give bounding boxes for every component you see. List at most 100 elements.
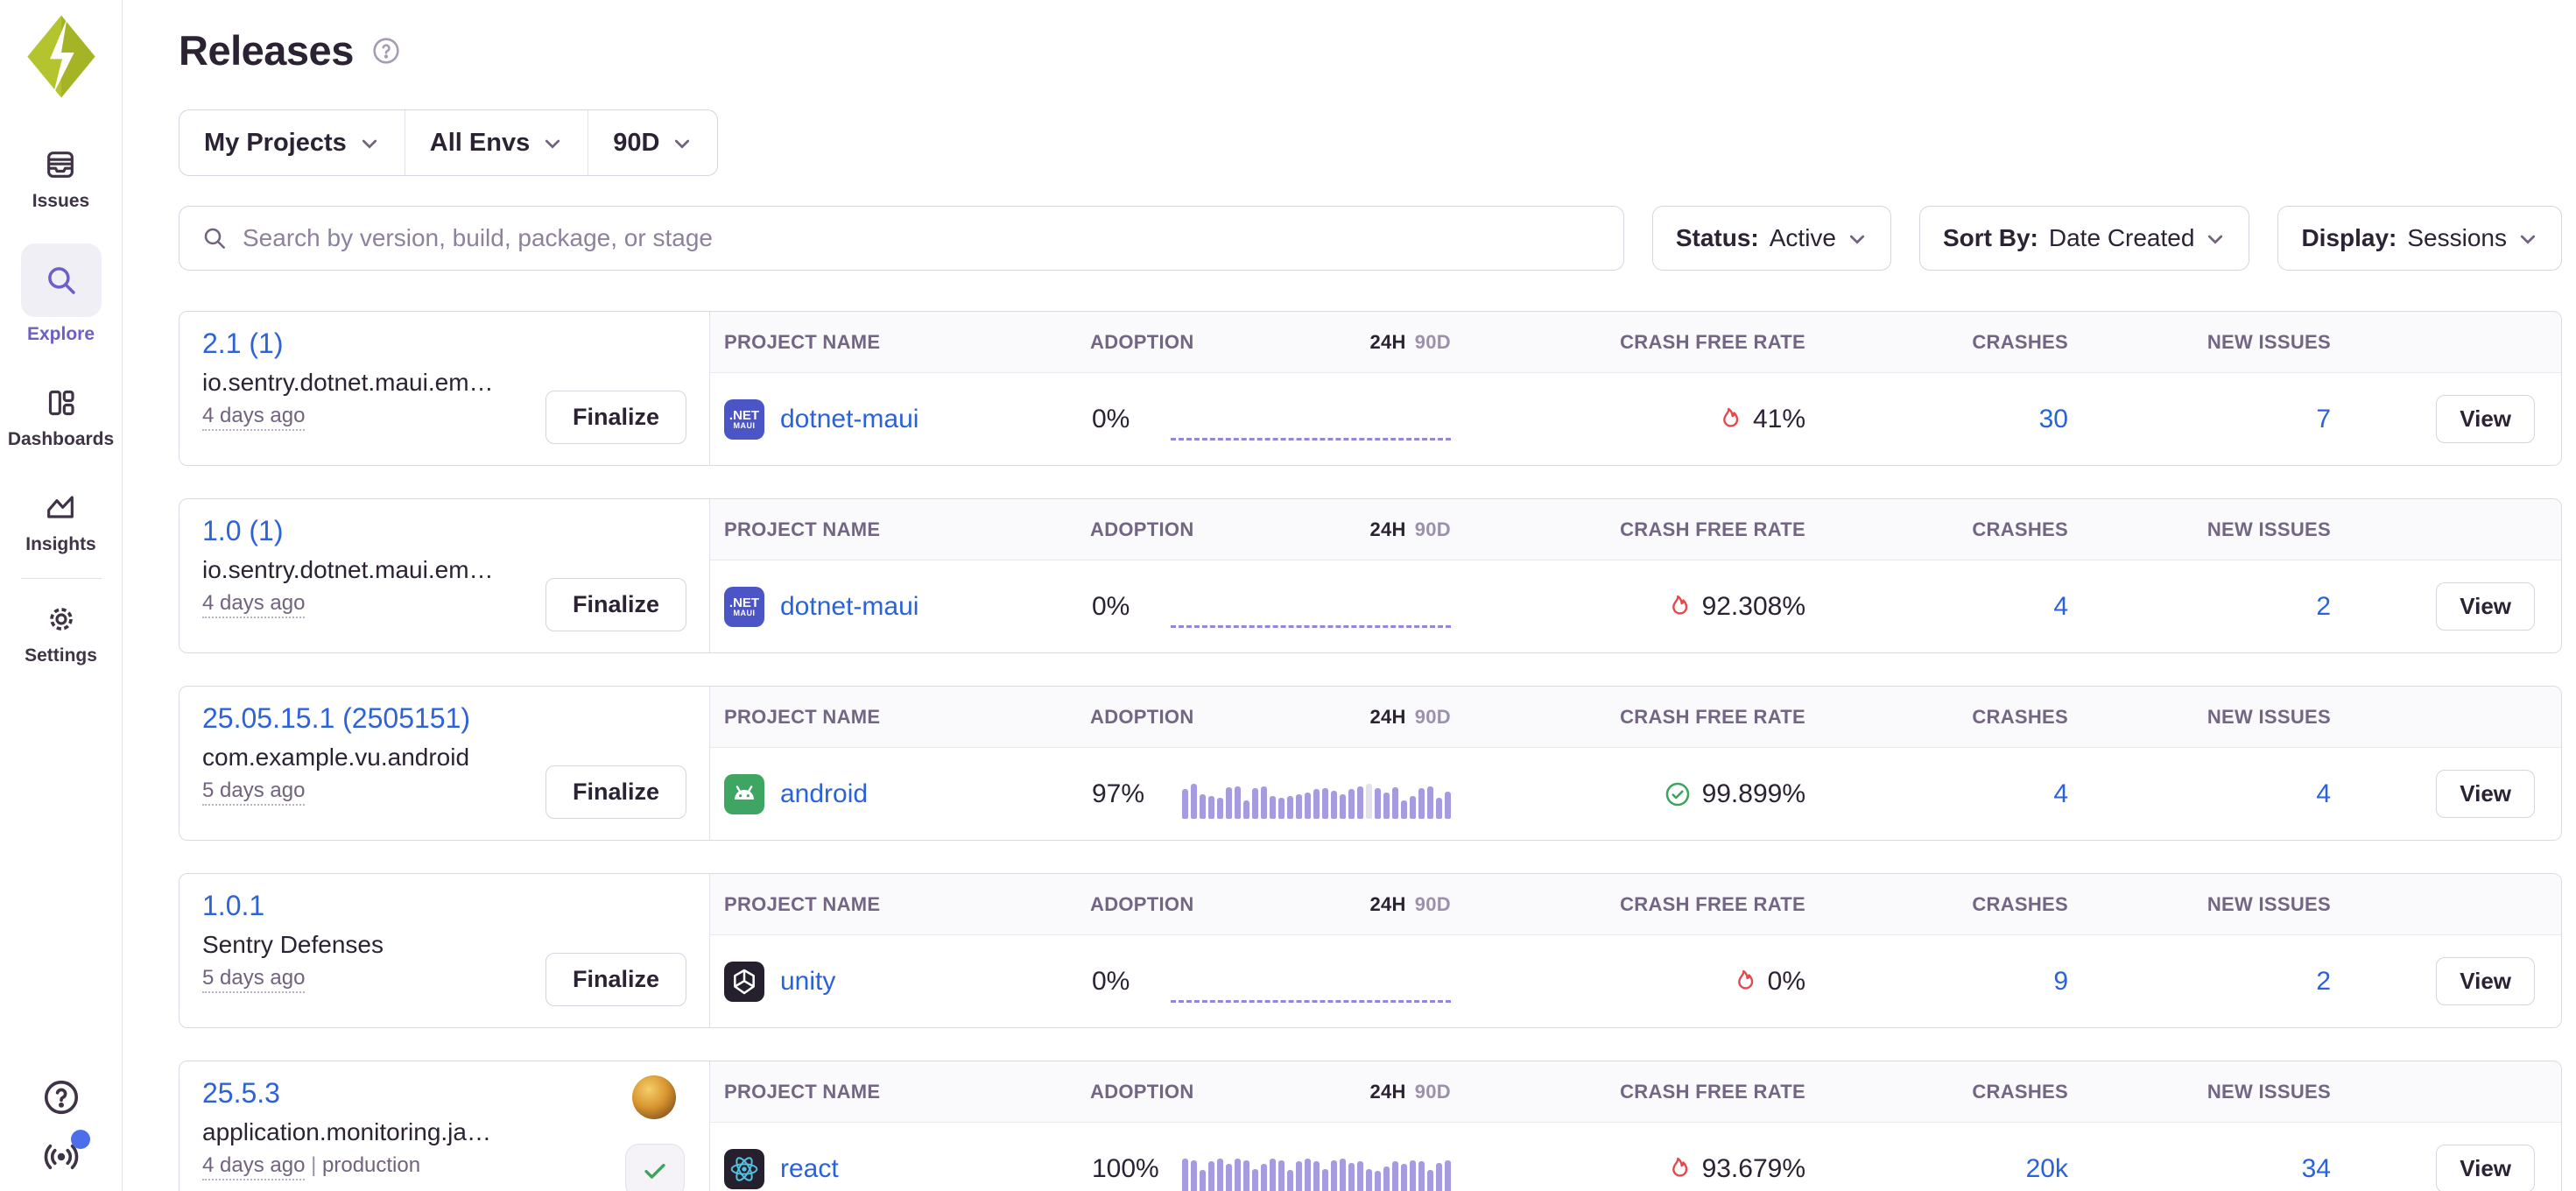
adoption-bar xyxy=(1427,1170,1433,1191)
release-version-link[interactable]: 2.1 (1) xyxy=(202,328,283,360)
adoption-bar xyxy=(1261,1164,1267,1191)
broadcast-icon[interactable] xyxy=(41,1137,81,1177)
release-list: 2.1 (1) io.sentry.dotnet.maui.em… 4 days… xyxy=(179,311,2562,1191)
adoption-bar xyxy=(1235,1159,1241,1191)
display-label: Display: xyxy=(2301,224,2397,252)
adoption-bar xyxy=(1208,1161,1214,1191)
adoption-bar xyxy=(1348,789,1355,819)
display-dropdown[interactable]: Display: Sessions xyxy=(2277,206,2562,271)
title-help-icon[interactable] xyxy=(371,36,401,66)
sort-by-label: Sort By: xyxy=(1943,224,2038,252)
adoption-bar xyxy=(1331,1160,1337,1191)
release-created-time[interactable]: 5 days ago xyxy=(202,966,305,993)
release-info-panel: 1.0 (1) io.sentry.dotnet.maui.em… 4 days… xyxy=(179,499,710,652)
project-filter-dropdown[interactable]: My Projects xyxy=(179,110,405,175)
adoption-bar xyxy=(1357,786,1363,819)
new-issues-count-link[interactable]: 2 xyxy=(2068,967,2331,997)
view-button[interactable]: View xyxy=(2436,582,2535,631)
col-project-name: PROJECT NAME xyxy=(710,893,1083,916)
search-bar[interactable] xyxy=(179,206,1624,271)
project-link[interactable]: unity xyxy=(780,967,835,997)
adoption-bar xyxy=(1252,1169,1258,1191)
new-issues-count-link[interactable]: 7 xyxy=(2068,405,2331,434)
col-project-name: PROJECT NAME xyxy=(710,518,1083,541)
release-created-time[interactable]: 5 days ago xyxy=(202,779,305,806)
table-header-row: PROJECT NAME ADOPTION 24H90D CRASH FREE … xyxy=(710,687,2561,748)
new-issues-count-link[interactable]: 34 xyxy=(2068,1154,2331,1184)
release-card: 1.0.1 Sentry Defenses 5 days ago Finaliz… xyxy=(179,873,2562,1028)
crash-free-flame-icon xyxy=(1664,1155,1692,1183)
chevron-down-icon xyxy=(2205,228,2226,249)
crash-free-value: 92.308% xyxy=(1702,592,1805,622)
adoption-bar xyxy=(1226,787,1232,819)
search-input[interactable] xyxy=(243,224,1602,252)
issues-icon xyxy=(41,145,80,184)
sidebar-item-dashboards[interactable]: Dashboards xyxy=(8,384,114,450)
environment-filter-label: All Envs xyxy=(430,129,530,158)
view-button[interactable]: View xyxy=(2436,1145,2535,1191)
col-adoption: ADOPTION xyxy=(1083,706,1171,729)
release-version-link[interactable]: 1.0.1 xyxy=(202,890,264,922)
col-adoption: ADOPTION xyxy=(1083,518,1171,541)
project-link[interactable]: react xyxy=(780,1154,839,1184)
adoption-bar xyxy=(1445,1160,1451,1191)
date-range-dropdown[interactable]: 90D xyxy=(588,110,717,175)
dashboards-icon xyxy=(42,384,81,422)
col-adoption: ADOPTION xyxy=(1083,331,1171,354)
adoption-bar xyxy=(1410,796,1416,819)
table-header-row: PROJECT NAME ADOPTION 24H90D CRASH FREE … xyxy=(710,1061,2561,1123)
finalize-button[interactable]: Finalize xyxy=(545,578,686,631)
finalize-button[interactable]: Finalize xyxy=(545,391,686,444)
sidebar-item-explore[interactable]: Explore xyxy=(21,243,102,345)
adoption-bar-chart xyxy=(1182,779,1451,819)
sidebar-divider xyxy=(21,578,102,579)
project-link[interactable]: dotnet-maui xyxy=(780,592,918,622)
adoption-value: 0% xyxy=(1083,967,1171,997)
release-version-link[interactable]: 25.05.15.1 (2505151) xyxy=(202,702,470,735)
adoption-bar xyxy=(1191,1160,1197,1191)
sidebar-item-insights[interactable]: Insights xyxy=(25,489,96,555)
insights-icon xyxy=(41,489,80,527)
adoption-bar xyxy=(1348,1163,1355,1191)
crashes-count-link[interactable]: 20k xyxy=(1805,1154,2068,1184)
finalized-check-button[interactable] xyxy=(625,1144,685,1191)
crashes-count-link[interactable]: 4 xyxy=(1805,592,2068,622)
adoption-value: 0% xyxy=(1083,405,1171,434)
release-created-time[interactable]: 4 days ago xyxy=(202,591,305,618)
adoption-bar xyxy=(1322,788,1328,819)
new-issues-count-link[interactable]: 4 xyxy=(2068,779,2331,809)
finalize-button[interactable]: Finalize xyxy=(545,765,686,819)
release-created-time[interactable]: 4 days ago xyxy=(202,1153,305,1180)
finalize-button[interactable]: Finalize xyxy=(545,953,686,1006)
project-link[interactable]: android xyxy=(780,779,868,809)
view-button[interactable]: View xyxy=(2436,957,2535,1005)
adoption-value: 97% xyxy=(1083,779,1171,809)
status-dropdown[interactable]: Status: Active xyxy=(1652,206,1891,271)
environment-filter-dropdown[interactable]: All Envs xyxy=(405,110,588,175)
sort-by-dropdown[interactable]: Sort By: Date Created xyxy=(1919,206,2249,271)
release-version-link[interactable]: 1.0 (1) xyxy=(202,515,283,547)
view-button[interactable]: View xyxy=(2436,395,2535,443)
help-icon[interactable] xyxy=(41,1077,81,1117)
adoption-bar xyxy=(1200,1170,1206,1191)
sidebar-item-settings[interactable]: Settings xyxy=(25,600,97,666)
col-crashes: CRASHES xyxy=(1805,893,2068,916)
adoption-bar xyxy=(1418,1161,1425,1191)
crashes-count-link[interactable]: 9 xyxy=(1805,967,2068,997)
crashes-count-link[interactable]: 4 xyxy=(1805,779,2068,809)
sidebar-item-issues[interactable]: Issues xyxy=(32,145,89,212)
adoption-bar xyxy=(1383,1166,1390,1191)
new-issues-count-link[interactable]: 2 xyxy=(2068,592,2331,622)
crashes-count-link[interactable]: 30 xyxy=(1805,405,2068,434)
notification-dot xyxy=(71,1130,90,1149)
release-card: 2.1 (1) io.sentry.dotnet.maui.em… 4 days… xyxy=(179,311,2562,466)
view-button[interactable]: View xyxy=(2436,770,2535,818)
sentry-logo-icon[interactable] xyxy=(21,12,102,100)
adoption-value: 0% xyxy=(1083,592,1171,622)
release-version-link[interactable]: 25.5.3 xyxy=(202,1077,280,1110)
project-link[interactable]: dotnet-maui xyxy=(780,405,918,434)
adoption-bar xyxy=(1252,788,1258,819)
col-24h-90d: 24H90D xyxy=(1171,518,1451,541)
adoption-bar xyxy=(1287,796,1293,819)
release-created-time[interactable]: 4 days ago xyxy=(202,404,305,431)
